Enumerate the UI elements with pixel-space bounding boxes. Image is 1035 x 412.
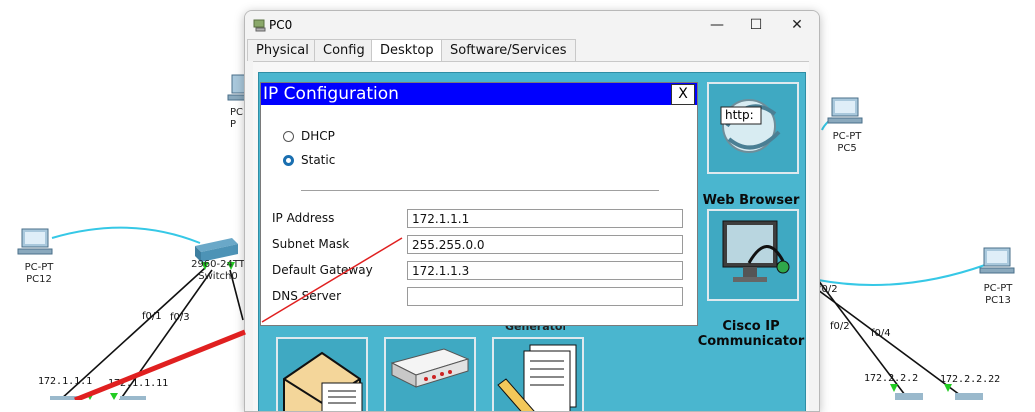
- annotation-arrow: [74, 237, 403, 400]
